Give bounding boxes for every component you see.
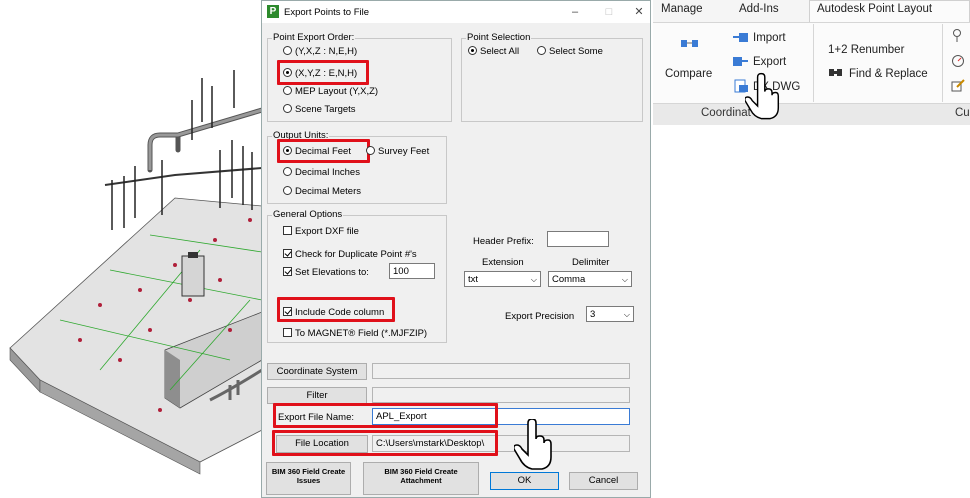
decimal-inches-radio[interactable]: Decimal Inches <box>283 167 360 178</box>
select-some-radio[interactable]: Select Some <box>537 46 603 57</box>
chevron-down-icon: ⌵ <box>530 275 537 284</box>
dialog-title: Export Points to File <box>284 7 370 18</box>
elevation-input[interactable]: 100 <box>389 263 435 279</box>
order-yxz-radio[interactable]: (Y,X,Z : N,E,H) <box>283 46 357 57</box>
compare-button[interactable]: Compare <box>665 68 712 80</box>
model-3d-view <box>9 70 262 475</box>
panel-divider <box>942 24 943 102</box>
renumber-button[interactable]: 1+2 Renumber <box>828 44 904 56</box>
coordinate-system-field <box>372 363 630 379</box>
header-prefix-label: Header Prefix: <box>473 236 534 247</box>
pin-icon <box>953 29 961 42</box>
hand-cursor-icon <box>745 72 780 120</box>
delimiter-label: Delimiter <box>572 257 610 268</box>
export-points-dialog: P Export Points to File – □ ✕ Point Expo… <box>261 0 651 498</box>
tab-manage[interactable]: Manage <box>661 3 703 15</box>
hand-cursor-icon <box>514 419 552 470</box>
select-all-radio[interactable]: Select All <box>468 46 519 57</box>
panel-divider <box>813 24 814 102</box>
extension-select[interactable]: txt ⌵ <box>464 271 541 287</box>
order-scene-targets-radio[interactable]: Scene Targets <box>283 104 356 115</box>
general-options-label: General Options <box>272 209 344 220</box>
decimal-meters-radio[interactable]: Decimal Meters <box>283 186 361 197</box>
radio-icon <box>283 86 292 95</box>
highlight-export-file-name <box>273 403 498 428</box>
check-duplicates-checkbox[interactable]: Check for Duplicate Point #'s <box>283 249 417 260</box>
to-magnet-checkbox[interactable]: To MAGNET® Field (*.MJFZIP) <box>283 328 427 339</box>
extension-label: Extension <box>482 257 524 268</box>
checkbox-icon <box>283 226 292 235</box>
radio-icon <box>537 46 546 55</box>
order-mep-radio[interactable]: MEP Layout (Y,X,Z) <box>283 86 378 97</box>
tab-add-ins[interactable]: Add-Ins <box>739 3 779 15</box>
survey-feet-radio[interactable]: Survey Feet <box>366 146 429 157</box>
bim360-issues-button[interactable]: BIM 360 Field Create Issues <box>266 462 351 495</box>
checkbox-checked-icon <box>283 267 292 276</box>
export-icon <box>733 57 748 66</box>
export-dxf-checkbox[interactable]: Export DXF file <box>283 226 359 237</box>
highlight-file-location <box>272 430 498 456</box>
import-button[interactable]: Import <box>753 32 786 44</box>
filter-button[interactable]: Filter <box>267 387 367 404</box>
panel-label-coordinate: Coordinat <box>701 107 751 119</box>
checkbox-checked-icon <box>283 249 292 258</box>
find-replace-button[interactable]: Find & Replace <box>849 68 928 80</box>
chevron-down-icon: ⌵ <box>623 310 630 319</box>
find-replace-icon <box>829 69 842 76</box>
highlight-decimal-feet <box>277 139 370 163</box>
bim360-attachment-button[interactable]: BIM 360 Field Create Attachment <box>363 462 479 495</box>
compare-icon <box>681 40 698 47</box>
coordinate-system-button[interactable]: Coordinate System <box>267 363 367 380</box>
radio-icon <box>283 46 292 55</box>
highlight-xyz <box>277 60 369 85</box>
export-button[interactable]: Export <box>753 56 786 68</box>
app-icon: P <box>267 5 279 18</box>
close-button[interactable]: ✕ <box>631 4 647 20</box>
delimiter-select[interactable]: Comma ⌵ <box>548 271 632 287</box>
checkbox-icon <box>283 328 292 337</box>
precision-select[interactable]: 3 ⌵ <box>586 306 634 322</box>
ribbon-body <box>653 22 970 105</box>
filter-field <box>372 387 630 403</box>
radio-icon <box>283 167 292 176</box>
import-icon <box>733 33 748 42</box>
set-elevations-checkbox[interactable]: Set Elevations to: <box>283 267 369 278</box>
radio-icon <box>283 104 292 113</box>
radio-icon <box>283 186 292 195</box>
radio-icon <box>366 146 375 155</box>
chevron-down-icon: ⌵ <box>621 275 628 284</box>
radio-selected-icon <box>468 46 477 55</box>
export-precision-label: Export Precision <box>505 311 575 322</box>
title-bar: P Export Points to File – □ ✕ <box>262 1 650 23</box>
highlight-include-code <box>277 297 395 322</box>
point-selection-label: Point Selection <box>466 32 532 43</box>
point-export-order-label: Point Export Order: <box>272 32 356 43</box>
panel-label-cu: Cu <box>955 107 970 119</box>
cancel-button[interactable]: Cancel <box>569 472 638 490</box>
ok-button[interactable]: OK <box>490 472 559 490</box>
header-prefix-input[interactable] <box>547 231 609 247</box>
edit-icon <box>951 79 965 92</box>
gauge-icon <box>952 55 964 67</box>
minimize-button[interactable]: – <box>567 4 583 20</box>
ribbon: Manage Add-Ins Autodesk Point Layout Com… <box>653 0 970 125</box>
maximize-button[interactable]: □ <box>601 4 617 20</box>
tab-autodesk-point-layout[interactable]: Autodesk Point Layout <box>817 3 932 15</box>
